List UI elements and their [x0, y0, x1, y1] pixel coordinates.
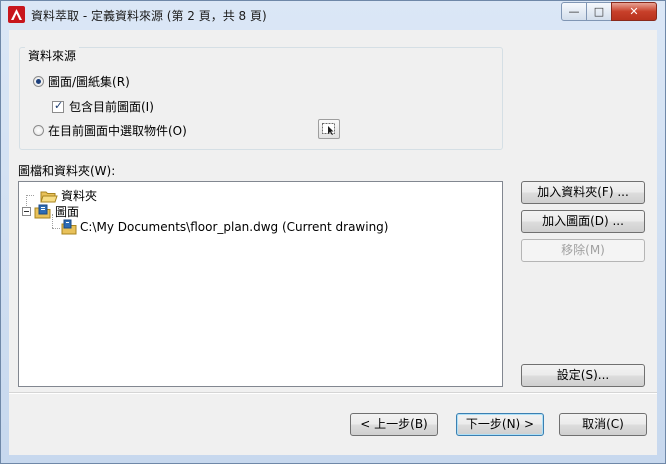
next-button[interactable]: 下一步(N) >: [456, 413, 544, 436]
tree-item-drawings[interactable]: 圖面: [22, 203, 79, 220]
tree-item-drawing-file[interactable]: C:\My Documents\floor_plan.dwg (Current …: [61, 219, 388, 235]
radio-drawings-sheetset[interactable]: 圖面/圖紙集(R): [33, 73, 130, 90]
cancel-button[interactable]: 取消(C): [559, 413, 647, 436]
select-objects-button[interactable]: [318, 119, 340, 139]
tree-item-drawing-file-label: C:\My Documents\floor_plan.dwg (Current …: [80, 220, 389, 234]
radio-selected-icon: [33, 76, 44, 87]
drawing-folder-icon: [34, 204, 51, 219]
select-objects-icon: [322, 123, 335, 135]
window-title: 資料萃取 - 定義資料來源 (第 2 頁，共 8 頁): [31, 9, 267, 23]
radio-select-objects-label: 在目前圖面中選取物件(O): [48, 124, 187, 138]
tree-connector: [26, 195, 34, 196]
settings-button[interactable]: 設定(S)...: [521, 364, 645, 387]
maximize-icon: □: [593, 5, 605, 18]
files-folders-label: 圖檔和資料夾(W):: [18, 164, 116, 178]
remove-button[interactable]: 移除(M): [521, 239, 645, 262]
tree-item-folder[interactable]: 資料夾: [40, 187, 97, 204]
dialog-window: 資料萃取 - 定義資料來源 (第 2 頁，共 8 頁) — □ ✕ 資料來源 圖…: [0, 0, 666, 464]
close-button[interactable]: ✕: [611, 2, 657, 21]
minimize-icon: —: [568, 5, 580, 18]
folder-icon: [40, 191, 58, 202]
back-button[interactable]: < 上一步(B): [350, 413, 438, 436]
data-source-group-label: 資料來源: [25, 47, 80, 64]
radio-select-objects[interactable]: 在目前圖面中選取物件(O): [33, 122, 187, 139]
tree-item-folder-label: 資料夾: [61, 189, 98, 203]
footer-separator: [9, 392, 657, 394]
close-icon: ✕: [629, 5, 639, 18]
radio-unselected-icon: [33, 125, 44, 136]
dwg-file-icon: [61, 219, 77, 235]
add-drawing-button[interactable]: 加入圖面(D) ...: [521, 210, 645, 233]
checkbox-checked-icon: [52, 99, 64, 113]
collapse-icon[interactable]: [22, 207, 31, 216]
files-folders-tree[interactable]: 資料夾 圖面 C:\My Documents\floor_plan.dwg (C…: [18, 181, 503, 387]
dialog-content: 資料來源 圖面/圖紙集(R) 包含目前圖面(I) 在目前圖面中選取物件(O) 圖…: [9, 30, 657, 455]
checkbox-include-current-label: 包含目前圖面(I): [69, 100, 154, 114]
maximize-button[interactable]: □: [586, 2, 612, 21]
checkbox-include-current[interactable]: 包含目前圖面(I): [52, 98, 154, 115]
autocad-app-icon: [8, 6, 25, 23]
add-folder-button[interactable]: 加入資料夾(F) ...: [521, 181, 645, 204]
radio-drawings-label: 圖面/圖紙集(R): [48, 75, 130, 89]
minimize-button[interactable]: —: [561, 2, 587, 21]
title-bar[interactable]: 資料萃取 - 定義資料來源 (第 2 頁，共 8 頁) — □ ✕: [1, 1, 665, 29]
tree-connector: [52, 228, 60, 229]
tree-item-drawings-label: 圖面: [55, 205, 80, 219]
